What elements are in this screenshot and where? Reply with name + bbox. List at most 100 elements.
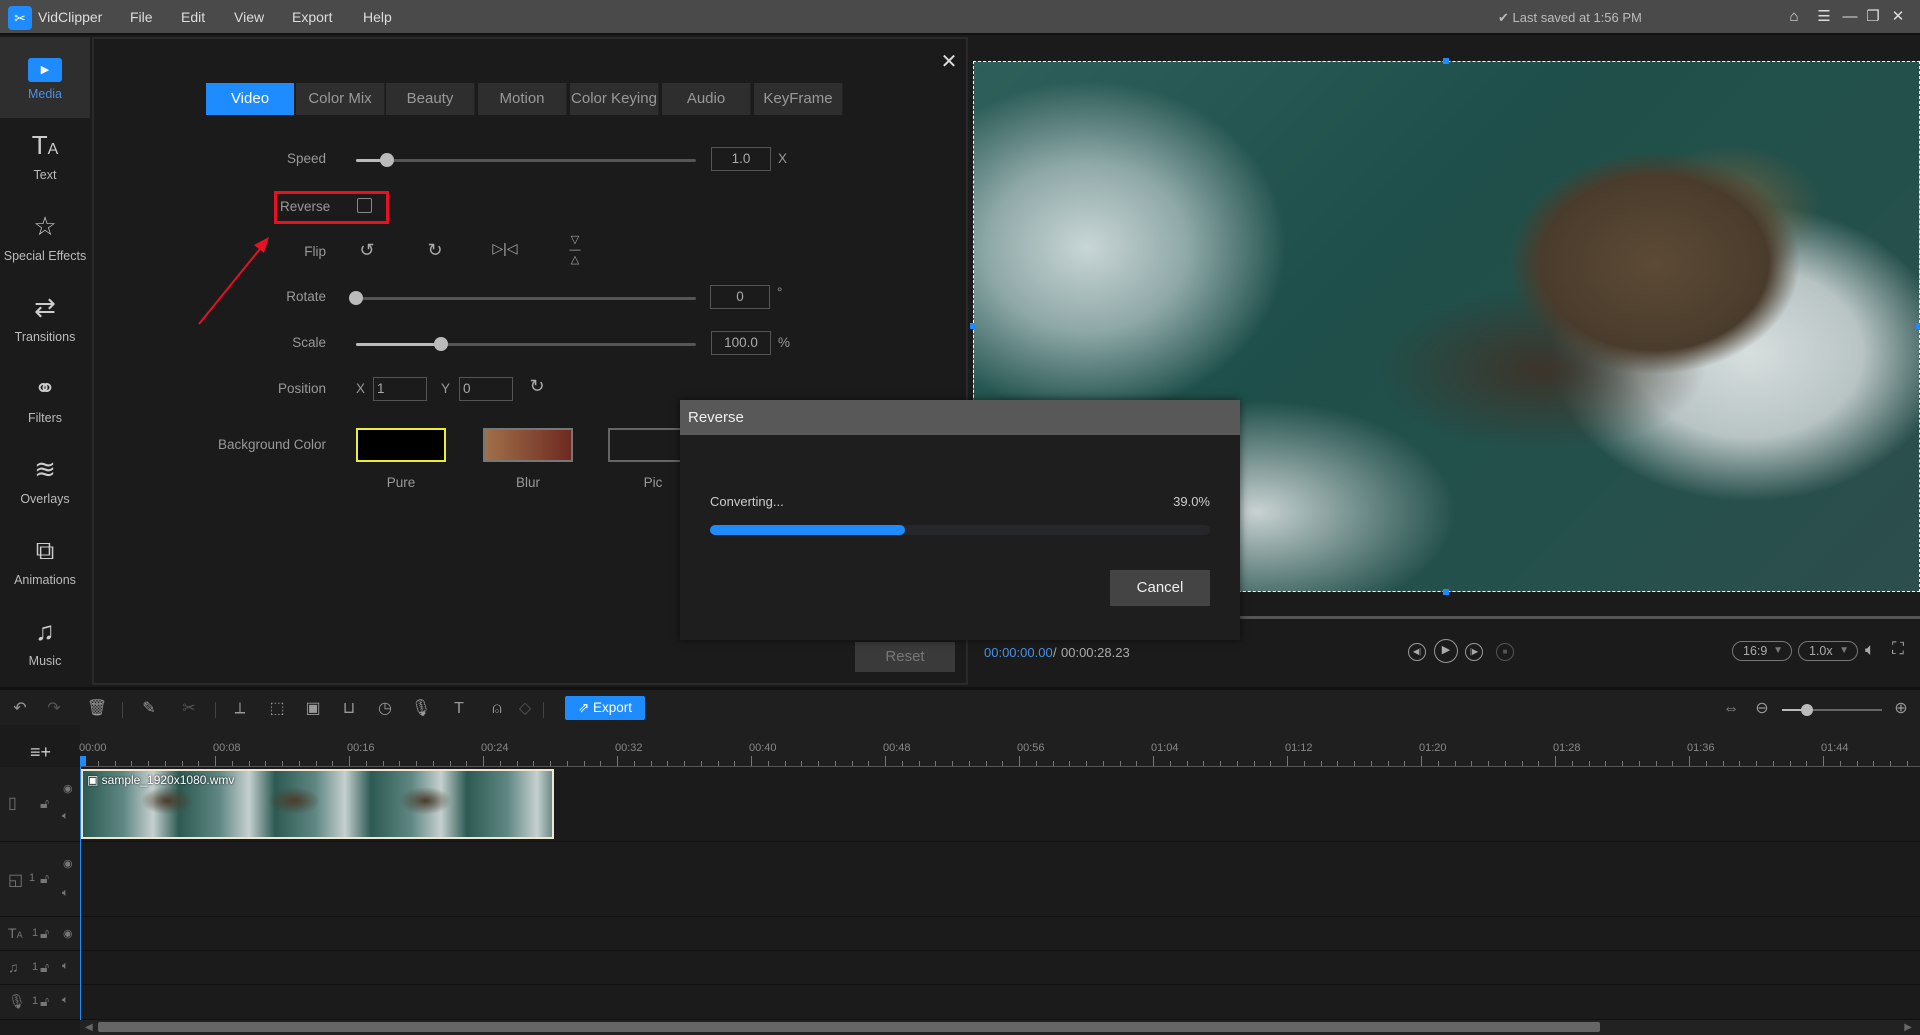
speaker-icon[interactable]: 🔈︎ [62, 887, 69, 900]
lock-icon[interactable]: 🔓︎ [40, 870, 49, 887]
sidebar-item-filters[interactable]: ⚭ Filters [0, 361, 90, 442]
aspect-ratio-dropdown[interactable]: 16:9 ▼ [1732, 641, 1792, 661]
position-x-field[interactable]: 1 [373, 377, 427, 401]
scale-slider-knob[interactable] [434, 337, 448, 351]
add-track-icon[interactable]: ≡+ [30, 742, 51, 763]
sidebar-item-text[interactable]: TA Text [0, 118, 90, 199]
text-to-speech-icon[interactable]: T [448, 698, 470, 720]
maximize-icon[interactable]: ❐ [1862, 6, 1884, 28]
zoom-out-icon[interactable]: ⊖ [1751, 698, 1773, 720]
zoom-in-icon[interactable]: ⊕ [1890, 698, 1912, 720]
stop-icon[interactable]: ■ [1496, 643, 1514, 661]
menu-edit[interactable]: Edit [181, 9, 205, 25]
speed-slider-knob[interactable] [379, 153, 394, 167]
speaker-icon[interactable]: 🔈︎ [62, 960, 69, 973]
background-blur-swatch[interactable] [483, 428, 573, 462]
scroll-left-icon[interactable]: ◀ [85, 1020, 93, 1035]
menu-view[interactable]: View [234, 9, 264, 25]
tab-audio[interactable]: Audio [662, 83, 751, 115]
flip-horizontal-icon[interactable]: ▷|◁ [492, 240, 518, 257]
tab-keyframe[interactable]: KeyFrame [754, 83, 843, 115]
sidebar-item-overlays[interactable]: ≋ Overlays [0, 442, 90, 523]
mosaic-icon[interactable]: ▣ [302, 698, 324, 720]
playback-speed-dropdown[interactable]: 1.0x ▼ [1798, 641, 1858, 661]
duration-icon[interactable]: ◷ [374, 698, 396, 720]
speed-slider[interactable] [356, 153, 696, 167]
fit-timeline-icon[interactable]: ⇔ [1720, 698, 1742, 720]
resize-handle[interactable] [1916, 323, 1920, 329]
scale-value-field[interactable]: 100.0 [711, 331, 771, 355]
timeline-horizontal-scrollbar[interactable]: ◀ ▶ [80, 1020, 1920, 1035]
tab-video[interactable]: Video [206, 83, 295, 115]
scale-slider[interactable] [356, 337, 696, 351]
home-icon[interactable]: ⌂ [1783, 6, 1805, 28]
tab-color-keying[interactable]: Color Keying [570, 83, 659, 115]
resize-handle[interactable] [1443, 58, 1449, 64]
scrollbar-thumb[interactable] [98, 1022, 1600, 1032]
speech-to-text-icon[interactable]: ⍝ [486, 698, 508, 720]
export-button[interactable]: ⇗ Export [565, 696, 645, 720]
eye-icon[interactable]: ◉ [63, 782, 73, 795]
cancel-button[interactable]: Cancel [1110, 570, 1210, 606]
sidebar-item-special-effects[interactable]: ☆ Special Effects [0, 199, 90, 280]
speaker-icon[interactable]: 🔈︎ [62, 810, 69, 823]
play-icon[interactable]: ▶ [1434, 639, 1458, 663]
reset-position-icon[interactable]: ↻ [524, 376, 550, 397]
sidebar-item-music[interactable]: ♫ Music [0, 604, 90, 685]
tab-motion[interactable]: Motion [478, 83, 567, 115]
freeze-frame-icon[interactable]: ⊔ [338, 698, 360, 720]
position-y-field[interactable]: 0 [459, 377, 513, 401]
reset-button[interactable]: Reset [855, 642, 955, 672]
background-pure-swatch[interactable] [356, 428, 446, 462]
keyframe-icon[interactable]: ◇ [514, 698, 536, 720]
hamburger-icon[interactable]: ☰ [1813, 6, 1835, 28]
edit-icon[interactable]: ✎ [138, 698, 160, 720]
video-clip[interactable]: ▣ sample_1920x1080.wmv [81, 769, 554, 839]
volume-icon[interactable]: 🔈︎ [1865, 640, 1875, 660]
rotate-left-icon[interactable]: ↺ [354, 240, 380, 261]
lock-icon[interactable]: 🔓︎ [40, 925, 49, 942]
rotate-right-icon[interactable]: ↻ [422, 240, 448, 261]
menu-export[interactable]: Export [292, 9, 332, 25]
rotate-value-field[interactable]: 0 [710, 285, 770, 309]
lock-icon[interactable]: 🔓︎ [40, 993, 49, 1010]
sidebar-item-media[interactable]: ▶ Media [0, 37, 90, 118]
zoom-slider-knob[interactable] [1801, 704, 1813, 716]
rotate-slider-knob[interactable] [349, 291, 363, 305]
playhead[interactable] [80, 760, 81, 1020]
timeline-zoom-slider[interactable] [1782, 704, 1882, 716]
redo-icon[interactable]: ↷ [43, 698, 65, 720]
reverse-checkbox[interactable] [357, 198, 372, 213]
speed-value-field[interactable]: 1.0 [711, 147, 771, 171]
previous-frame-icon[interactable]: ◀| [1408, 643, 1426, 661]
panel-close-icon[interactable]: ✕ [939, 52, 959, 72]
tab-beauty[interactable]: Beauty [386, 83, 475, 115]
resize-handle[interactable] [1443, 589, 1449, 595]
flip-vertical-icon[interactable]: ▽ — △ [562, 235, 588, 266]
undo-icon[interactable]: ↶ [9, 698, 31, 720]
eye-icon[interactable]: ◉ [63, 857, 73, 870]
lock-icon[interactable]: 🔓︎ [40, 959, 49, 976]
minimize-icon[interactable]: — [1839, 6, 1861, 28]
delete-icon[interactable]: 🗑︎ [86, 698, 108, 720]
eye-icon[interactable]: ◉ [63, 927, 73, 940]
split-icon[interactable]: ✂ [178, 698, 200, 720]
scroll-right-icon[interactable]: ▶ [1904, 1020, 1912, 1035]
resize-handle[interactable] [970, 323, 976, 329]
timeline-ruler[interactable]: 00:00 00:08 00:16 00:24 00:32 00:40 00:48 00:56… [79, 725, 1920, 767]
record-voice-icon[interactable]: 🎙︎ [410, 698, 432, 720]
music-note-icon: ♫ [8, 959, 19, 975]
tab-color-mix[interactable]: Color Mix [296, 83, 385, 115]
rotate-slider[interactable] [349, 291, 696, 305]
sidebar-item-transitions[interactable]: ⇄ Transitions [0, 280, 90, 361]
speaker-icon[interactable]: 🔈︎ [62, 994, 69, 1007]
menu-help[interactable]: Help [363, 9, 392, 25]
next-frame-icon[interactable]: |▶ [1465, 643, 1483, 661]
sidebar-item-animations[interactable]: ⧉ Animations [0, 523, 90, 604]
zoom-region-icon[interactable]: ⬚ [266, 698, 288, 720]
menu-file[interactable]: File [130, 9, 153, 25]
fullscreen-icon[interactable]: ⛶ [1892, 639, 1904, 659]
close-icon[interactable]: ✕ [1887, 6, 1909, 28]
lock-icon[interactable]: 🔓︎ [40, 795, 49, 812]
crop-icon[interactable]: ⟂ [229, 698, 251, 720]
